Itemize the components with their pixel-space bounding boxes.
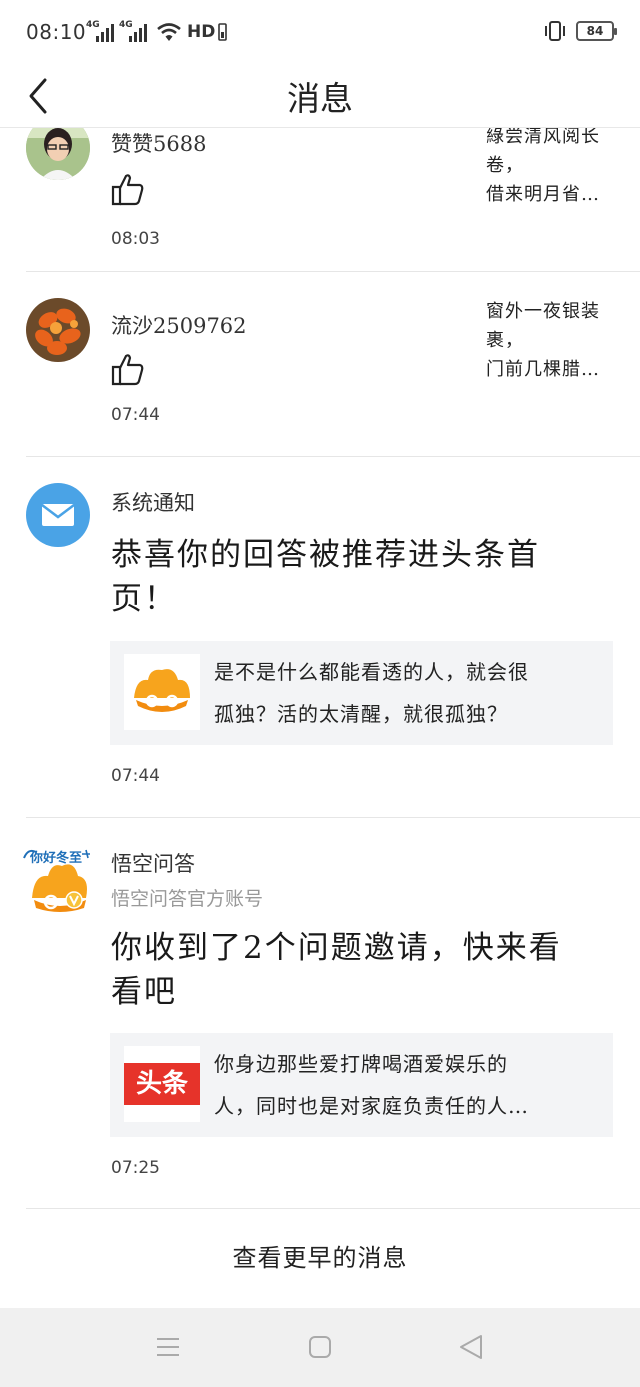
toutiao-thumbnail: 头条 <box>124 1046 200 1122</box>
wukong-logo-icon <box>134 669 190 712</box>
timestamp: 07:44 <box>111 766 160 786</box>
navigation-bar: 消息 <box>0 62 640 128</box>
question-text: 是不是什么都能看透的人，就会很 孤独？活的太清醒，就很孤独？ <box>214 660 529 726</box>
sender-name[interactable]: 悟空问答 <box>111 848 195 878</box>
status-icons: 4G 4G HD <box>86 19 228 45</box>
like-icon <box>111 174 144 206</box>
status-time: 08:10 <box>26 20 87 44</box>
hd-label: HD <box>187 22 216 42</box>
answer-card[interactable]: 是不是什么都能看透的人，就会很 孤独？活的太清醒，就很孤独？ <box>110 641 613 745</box>
signal-icon: 4G <box>119 20 149 44</box>
battery-icon: 84 <box>576 21 617 41</box>
user-name[interactable]: 流沙2509762 <box>111 310 247 340</box>
system-notification-item[interactable]: 系统通知 恭喜你的回答被推荐进头条首 页！ 是不是什么都能看透的人，就会很 孤独… <box>26 457 614 817</box>
status-bar: 08:10 4G 4G HD 84 <box>0 0 640 62</box>
signal-icon: 4G <box>86 20 116 44</box>
wukong-avatar[interactable]: 你好冬至 <box>22 844 92 914</box>
quoted-text[interactable]: 窗外一夜银装 裹， 门前几棵腊… <box>486 297 616 384</box>
mail-avatar <box>26 483 90 547</box>
wifi-icon <box>157 23 181 41</box>
wukong-thumbnail <box>124 654 200 730</box>
like-notification-item[interactable]: 赞赞5688 08:03 綠尝清风阅长 卷， 借来明月省… <box>26 128 614 268</box>
system-navigation-bar <box>0 1308 640 1387</box>
back-nav-icon[interactable] <box>459 1334 483 1360</box>
notification-headline[interactable]: 恭喜你的回答被推荐进头条首 页！ <box>111 533 601 621</box>
page-title: 消息 <box>287 79 353 118</box>
avatar[interactable] <box>26 298 90 362</box>
timestamp: 08:03 <box>111 229 160 249</box>
vibrate-icon <box>545 21 565 41</box>
sim-icon <box>218 23 228 41</box>
home-icon[interactable] <box>308 1334 332 1360</box>
question-text: 你身边那些爱打牌喝酒爱娱乐的 人，同时也是对家庭负责任的人… <box>214 1052 529 1118</box>
status-right: 84 <box>542 20 617 42</box>
toutiao-logo-icon: 头条 <box>124 1063 200 1105</box>
wukong-notification-item[interactable]: 你好冬至 悟空问答 悟空问答官方账号 你收到了2个问题邀请，快来看 看吧 头条 … <box>23 818 614 1208</box>
sender-subtitle: 悟空问答官方账号 <box>111 888 264 910</box>
quoted-text[interactable]: 綠尝清风阅长 卷， 借来明月省… <box>486 128 616 209</box>
avatar[interactable] <box>26 128 90 180</box>
avatar-greeting-text: 你好冬至 <box>30 851 83 866</box>
divider <box>26 1208 640 1209</box>
like-icon <box>111 354 144 386</box>
timestamp: 07:44 <box>111 405 160 425</box>
sender-name: 系统通知 <box>111 491 195 515</box>
load-earlier-button[interactable]: 查看更早的消息 <box>0 1210 640 1306</box>
notification-headline[interactable]: 你收到了2个问题邀请，快来看 看吧 <box>111 926 601 1014</box>
user-name[interactable]: 赞赞5688 <box>111 128 206 158</box>
invite-card[interactable]: 头条 你身边那些爱打牌喝酒爱娱乐的 人，同时也是对家庭负责任的人… <box>110 1033 613 1137</box>
timestamp: 07:25 <box>111 1158 160 1178</box>
menu-icon[interactable] <box>156 1334 180 1360</box>
mail-icon <box>41 504 75 526</box>
like-notification-item[interactable]: 流沙2509762 07:44 窗外一夜银装 裹， 门前几棵腊… <box>26 272 614 456</box>
message-list[interactable]: 赞赞5688 08:03 綠尝清风阅长 卷， 借来明月省… 流沙2509762 … <box>0 128 640 1308</box>
